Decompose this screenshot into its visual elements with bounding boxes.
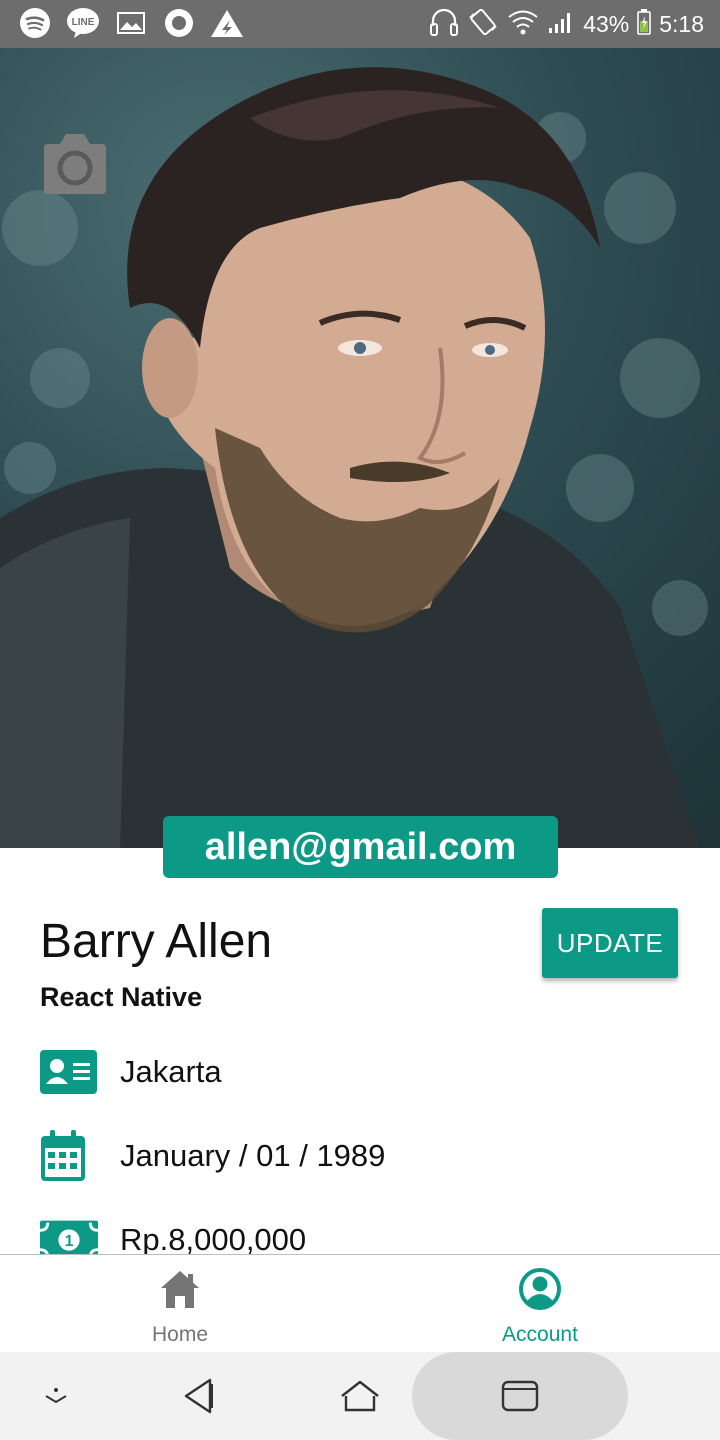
calendar-icon (40, 1130, 98, 1181)
recents-icon[interactable] (498, 1374, 542, 1418)
battery-icon (637, 8, 652, 40)
camera-button[interactable] (40, 132, 110, 194)
tab-account-label: Account (502, 1323, 578, 1346)
svg-text:LINE: LINE (72, 17, 95, 28)
money-icon: 1 (40, 1215, 98, 1254)
bottom-tab-bar: Home Account (0, 1254, 720, 1353)
vibrate-icon (467, 6, 499, 43)
home-nav-icon[interactable] (338, 1374, 382, 1418)
email-badge: allen@gmail.com (163, 816, 558, 878)
update-button[interactable]: UPDATE (542, 908, 678, 978)
detail-location: Jakarta (120, 1054, 222, 1089)
profile-role: React Native (40, 982, 203, 1012)
detail-birthdate: January / 01 / 1989 (120, 1138, 386, 1173)
hide-nav-icon[interactable] (34, 1374, 78, 1418)
home-icon (161, 1271, 199, 1308)
headphones-icon (429, 6, 459, 43)
gallery-icon (114, 6, 148, 40)
detail-row-salary: 1 Rp.8,000,000 (40, 1212, 306, 1254)
system-nav-bar (0, 1352, 720, 1440)
battery-percent: 43% (583, 10, 630, 37)
profile-photo[interactable] (0, 48, 720, 848)
profile-name: Barry Allen (40, 915, 273, 968)
status-bar: LINE 43% 5:18 (0, 0, 720, 48)
wifi-icon (507, 8, 539, 41)
tab-home[interactable]: Home (0, 1255, 360, 1353)
svg-text:1: 1 (65, 1233, 74, 1250)
back-icon[interactable] (178, 1374, 222, 1418)
signal-icon (547, 9, 575, 40)
tab-home-label: Home (151, 1323, 209, 1346)
clock: 5:18 (659, 10, 704, 37)
details-list: Jakarta January / 01 / 1989 1 Rp.8,000,0… (0, 1040, 720, 1254)
account-icon (519, 1268, 561, 1310)
detail-row-birthdate: January / 01 / 1989 (40, 1128, 385, 1184)
camera-icon (44, 134, 106, 194)
line-icon: LINE (66, 6, 100, 40)
tab-account[interactable]: Account (360, 1255, 720, 1353)
detail-row-location: Jakarta (40, 1044, 222, 1100)
detail-salary: Rp.8,000,000 (120, 1222, 307, 1254)
spotify-icon (18, 6, 52, 40)
id-card-icon (40, 1047, 98, 1097)
record-icon (162, 6, 196, 40)
airdroid-icon (210, 6, 244, 40)
